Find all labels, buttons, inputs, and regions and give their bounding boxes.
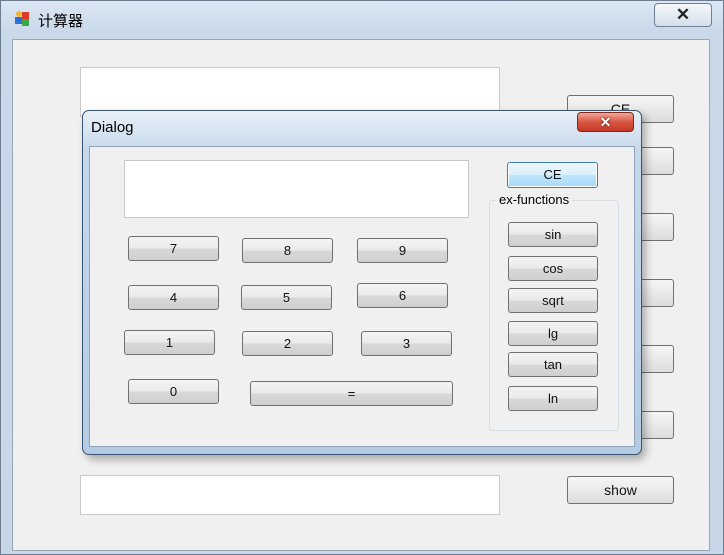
app-icon <box>14 10 32 28</box>
key-7-button[interactable]: 7 <box>128 236 219 261</box>
key-5-button[interactable]: 5 <box>241 285 332 310</box>
window-close-button[interactable]: ✕ <box>654 3 712 27</box>
key-8-button[interactable]: 8 <box>242 238 333 263</box>
tan-button[interactable]: tan <box>508 352 598 377</box>
key-6-button[interactable]: 6 <box>357 283 448 308</box>
dialog-ce-button[interactable]: CE <box>507 162 598 188</box>
key-3-button[interactable]: 3 <box>361 331 452 356</box>
lg-button[interactable]: lg <box>508 321 598 346</box>
sqrt-button[interactable]: sqrt <box>508 288 598 313</box>
key-4-button[interactable]: 4 <box>128 285 219 310</box>
key-0-button[interactable]: 0 <box>128 379 219 404</box>
ex-functions-legend: ex-functions <box>496 192 573 207</box>
window-title: 计算器 <box>38 13 84 30</box>
key-2-button[interactable]: 2 <box>242 331 333 356</box>
ln-button[interactable]: ln <box>508 386 598 411</box>
key-1-button[interactable]: 1 <box>124 330 215 355</box>
sin-button[interactable]: sin <box>508 222 598 247</box>
equals-button[interactable]: = <box>250 381 453 406</box>
key-9-button[interactable]: 9 <box>357 238 448 263</box>
dialog-display-field[interactable] <box>124 160 469 218</box>
show-button[interactable]: show <box>567 476 674 504</box>
dialog-title: Dialog <box>91 119 134 136</box>
output-field[interactable] <box>80 475 500 515</box>
dialog-close-button[interactable]: ✕ <box>577 112 634 132</box>
cos-button[interactable]: cos <box>508 256 598 281</box>
